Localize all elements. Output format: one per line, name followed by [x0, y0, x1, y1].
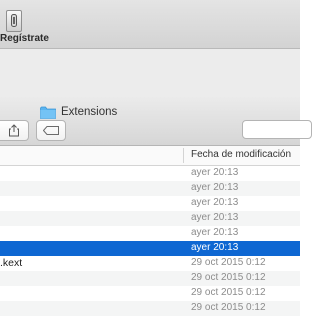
- file-row-selected[interactable]: ayer 20:13: [0, 241, 300, 256]
- file-date: ayer 20:13: [191, 242, 239, 253]
- file-date: 29 oct 2015 0:12: [191, 272, 266, 283]
- register-label: Regístrate: [0, 33, 49, 44]
- file-row[interactable]: ayer 20:13: [0, 181, 300, 196]
- file-row[interactable]: 29 oct 2015 0:12: [0, 301, 300, 316]
- file-row[interactable]: ayer 20:13: [0, 211, 300, 226]
- share-button[interactable]: [0, 120, 29, 141]
- file-date: ayer 20:13: [191, 197, 239, 208]
- register-button[interactable]: Regístrate: [0, 6, 49, 46]
- file-date: ayer 20:13: [191, 212, 239, 223]
- file-date: ayer 20:13: [191, 167, 239, 178]
- window-title: Extensions: [40, 104, 117, 120]
- window-title-text: Extensions: [61, 106, 118, 118]
- file-date: 29 oct 2015 0:12: [191, 257, 266, 268]
- search-field[interactable]: [242, 120, 312, 139]
- file-date: 29 oct 2015 0:12: [191, 302, 266, 313]
- file-row[interactable]: .kext 29 oct 2015 0:12: [0, 256, 300, 271]
- tag-button[interactable]: [36, 120, 66, 141]
- app-toolbar: Regístrate: [0, 0, 300, 49]
- file-row[interactable]: 29 oct 2015 0:12: [0, 271, 300, 286]
- column-header-row: Fecha de modificación: [0, 146, 300, 166]
- phone-handset-icon: [6, 10, 22, 32]
- window-title-bar: Extensions: [0, 97, 312, 146]
- tag-icon: [43, 126, 59, 135]
- file-date: ayer 20:13: [191, 227, 239, 238]
- file-row[interactable]: ayer 20:13: [0, 196, 300, 211]
- file-name: .kext: [0, 257, 23, 269]
- finder-window: Extensions Fecha de modificación ayer 20…: [0, 97, 312, 316]
- column-date-modified[interactable]: Fecha de modificación: [191, 149, 291, 160]
- folder-icon: [40, 106, 56, 119]
- file-date: ayer 20:13: [191, 182, 239, 193]
- file-date: 29 oct 2015 0:12: [191, 287, 266, 298]
- share-icon: [9, 124, 19, 137]
- file-list: ayer 20:13 ayer 20:13 ayer 20:13 ayer 20…: [0, 166, 300, 316]
- file-row[interactable]: ayer 20:13: [0, 226, 300, 241]
- file-row[interactable]: 29 oct 2015 0:12: [0, 286, 300, 301]
- column-divider[interactable]: [183, 148, 184, 163]
- file-row[interactable]: ayer 20:13: [0, 166, 300, 181]
- app-content-area: [0, 49, 300, 97]
